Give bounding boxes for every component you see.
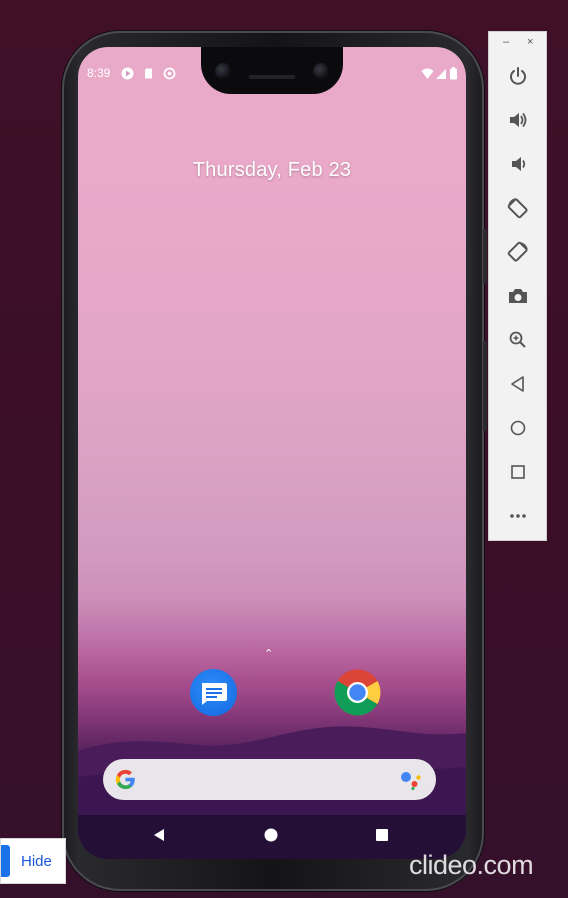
message-bubble-icon: [202, 683, 227, 705]
nav-home-icon[interactable]: [263, 827, 279, 843]
screenshot-button[interactable]: [503, 281, 533, 311]
hide-button-label: Hide: [21, 853, 52, 870]
more-button[interactable]: [503, 501, 533, 531]
home-date[interactable]: Thursday, Feb 23: [78, 159, 466, 182]
power-button[interactable]: [503, 61, 533, 91]
more-dots-icon: [510, 514, 526, 518]
battery-icon: [450, 67, 457, 80]
camera-icon: [509, 289, 527, 303]
data-saver-icon: [163, 67, 176, 80]
rotate-right-icon: [507, 241, 528, 262]
volume-up-button[interactable]: [503, 105, 533, 135]
zoom-icon: [509, 331, 526, 348]
emulator-toolbar: – ×: [488, 31, 547, 541]
nav-overview-icon[interactable]: [374, 827, 390, 843]
hide-button[interactable]: Hide: [0, 838, 66, 884]
overview-square-icon: [511, 465, 525, 479]
messages-app-icon[interactable]: [190, 669, 237, 716]
chrome-icon: [334, 669, 381, 716]
status-time: 8:39: [87, 66, 111, 80]
play-store-notification-icon: [121, 67, 134, 80]
hide-accent-bar: [1, 845, 10, 877]
volume-down-button[interactable]: [503, 149, 533, 179]
zoom-button[interactable]: [503, 325, 533, 355]
rotate-right-button[interactable]: [503, 237, 533, 267]
rotate-left-button[interactable]: [503, 193, 533, 223]
nav-back-icon[interactable]: [151, 827, 167, 843]
google-search-bar[interactable]: G: [103, 759, 436, 800]
phone-frame: 8:39 Thursday, Feb 23 ⌃: [62, 31, 487, 891]
chrome-app-icon[interactable]: [334, 669, 381, 716]
power-key: [483, 229, 487, 284]
power-icon: [510, 67, 526, 85]
status-bar: 8:39: [87, 64, 457, 84]
google-g-icon: [115, 769, 135, 790]
navigation-bar: [78, 815, 466, 859]
overview-button[interactable]: [503, 457, 533, 487]
back-button[interactable]: [503, 369, 533, 399]
rotate-left-icon: [507, 198, 528, 219]
google-assistant-icon[interactable]: [399, 769, 423, 791]
back-icon: [511, 376, 524, 392]
toolbar-window-controls: – ×: [489, 36, 548, 52]
device-screen[interactable]: 8:39 Thursday, Feb 23 ⌃: [78, 47, 466, 859]
home-circle-icon: [510, 420, 526, 436]
sd-card-icon: [145, 68, 152, 79]
volume-up-icon: [510, 112, 527, 128]
volume-key: [483, 341, 487, 431]
home-button[interactable]: [503, 413, 533, 443]
app-drawer-chevron-icon[interactable]: ⌃: [264, 647, 273, 660]
wifi-icon: [421, 68, 434, 79]
clideo-watermark: clideo.com: [409, 850, 534, 880]
close-button[interactable]: ×: [527, 36, 533, 48]
volume-down-icon: [512, 157, 526, 171]
signal-icon: [436, 69, 446, 79]
minimize-button[interactable]: –: [503, 36, 509, 48]
